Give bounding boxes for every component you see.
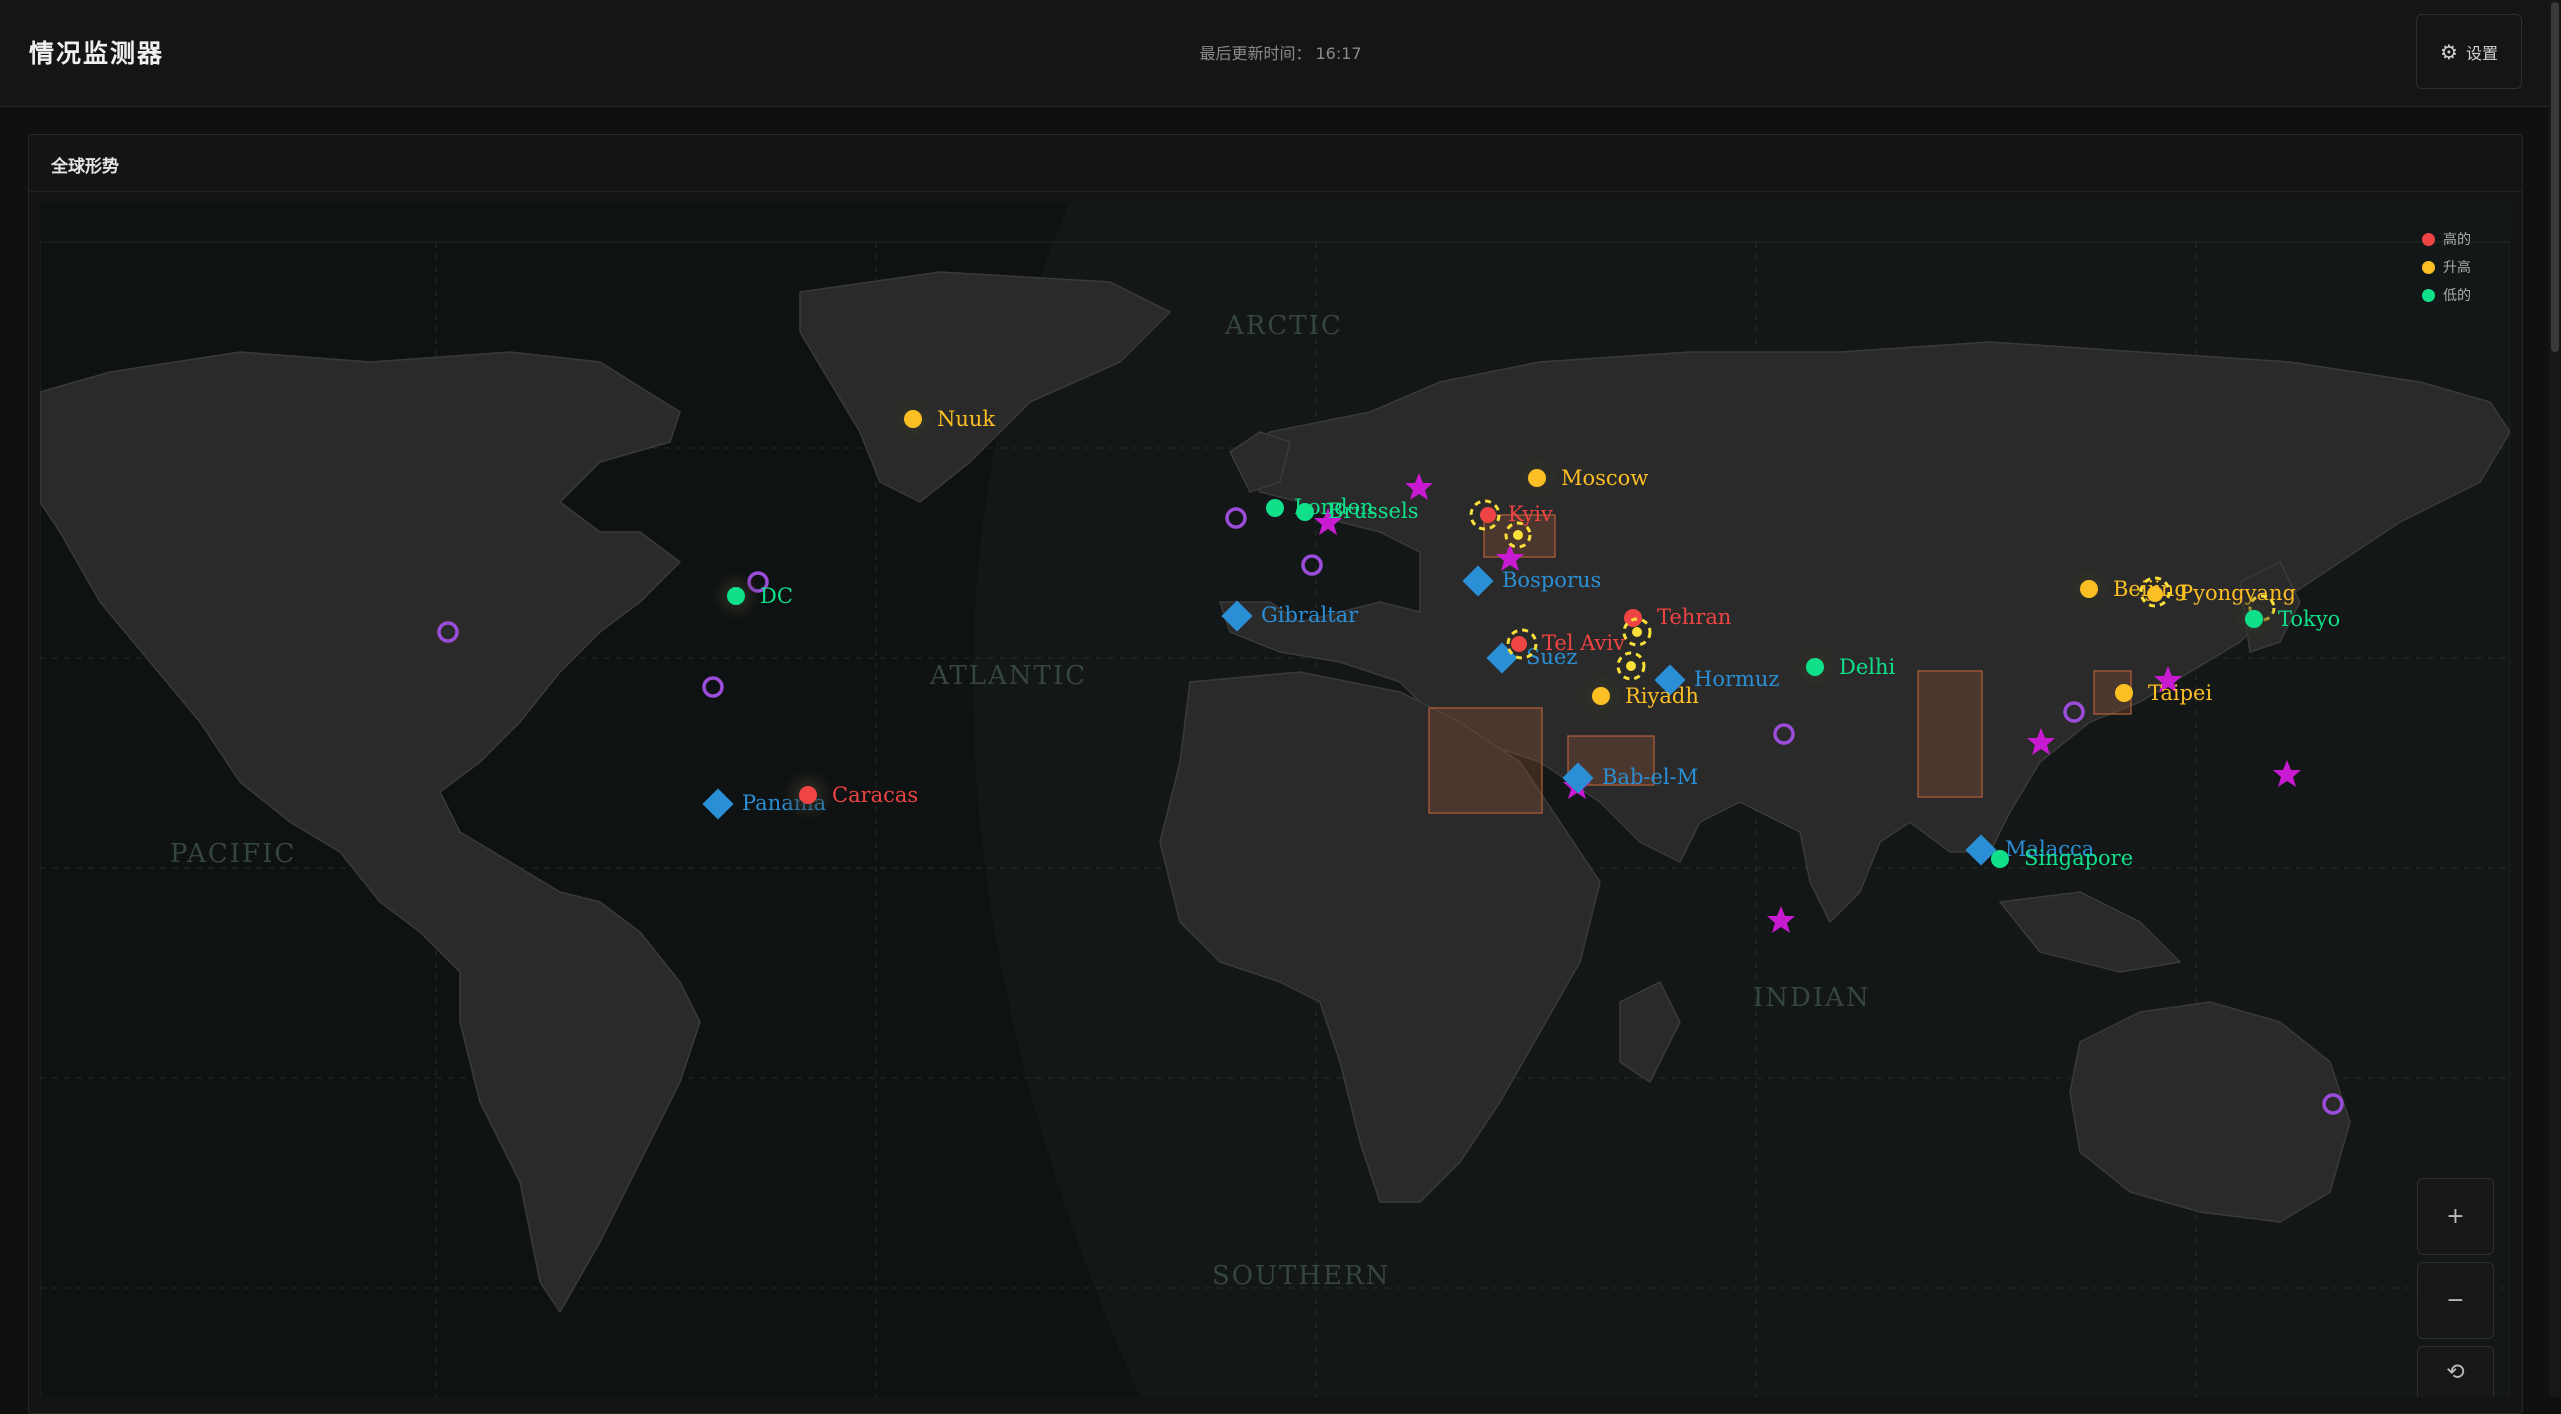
reset-view-button[interactable]: ⟲	[2417, 1346, 2494, 1397]
chokepoint-label: Gibraltar	[1261, 603, 1359, 627]
hotspot-dot[interactable]	[799, 786, 817, 804]
chokepoint-label: Bosporus	[1502, 568, 1601, 592]
hotspot-label: Brussels	[1328, 499, 1418, 523]
hotspot-dot[interactable]	[1528, 469, 1546, 487]
hotspot-dot[interactable]	[1511, 636, 1527, 652]
map-svg[interactable]: ARCTIC ATLANTIC PACIFIC INDIAN SOUTHERN	[40, 202, 2510, 1397]
hotspot-label: Taipei	[2148, 681, 2212, 705]
panel-title: 全球形势	[51, 157, 119, 177]
chokepoint-label: Hormuz	[1694, 667, 1780, 691]
hotspot-dot[interactable]	[1991, 850, 2009, 868]
last-updated-label: 最后更新时间：	[1199, 44, 1312, 63]
threat-legend: 高的 升高 低的	[2422, 225, 2502, 309]
zoom-out-button[interactable]: −	[2417, 1262, 2494, 1339]
legend-label: 升高	[2443, 260, 2471, 276]
hotspot-dot[interactable]	[2080, 580, 2098, 598]
hotspot-label: Delhi	[1839, 655, 1896, 679]
legend-item: 高的	[2422, 225, 2502, 253]
world-map[interactable]: ARCTIC ATLANTIC PACIFIC INDIAN SOUTHERN	[40, 202, 2510, 1397]
hotspot-label: Kyiv	[1508, 502, 1553, 526]
region-label: ATLANTIC	[929, 661, 1087, 691]
hotspot-dot[interactable]	[1480, 507, 1496, 523]
legend-dot	[2422, 288, 2435, 302]
last-updated-time: 16:17	[1315, 44, 1362, 63]
last-updated: 最后更新时间： 16:17	[0, 40, 2561, 64]
legend-label: 高的	[2443, 232, 2471, 248]
settings-label: 设置	[2465, 43, 2498, 63]
hotspot-label: Tehran	[1657, 605, 1731, 629]
plus-icon: +	[2446, 1204, 2465, 1229]
gear-icon: ⚙	[2440, 39, 2458, 64]
hotspot-label: DC	[760, 584, 793, 608]
settings-button[interactable]: ⚙ 设置	[2416, 14, 2522, 89]
zoom-in-button[interactable]: +	[2417, 1178, 2494, 1255]
hotspot-label: Nuuk	[937, 407, 995, 431]
region-label: ARCTIC	[1224, 311, 1343, 341]
legend-dot	[2422, 232, 2435, 246]
minus-icon: −	[2446, 1288, 2465, 1313]
hotspot-label: Pyongyang	[2179, 581, 2296, 605]
reset-icon: ⟲	[2446, 1359, 2465, 1385]
hotspot-label: Riyadh	[1625, 684, 1699, 708]
hotspot-dot[interactable]	[2147, 586, 2163, 602]
hotspot-dot[interactable]	[1592, 687, 1610, 705]
hotspot-dot[interactable]	[1806, 658, 1824, 676]
hotspot-label: Caracas	[832, 783, 918, 807]
region-label: PACIFIC	[170, 839, 296, 869]
chokepoint-label: Bab-el-M	[1602, 765, 1698, 789]
legend-label: 低的	[2443, 288, 2471, 304]
hotspot-dot[interactable]	[904, 410, 922, 428]
panel-divider	[29, 191, 2522, 192]
app-header: 情况监测器 最后更新时间： 16:17 ⚙ 设置	[0, 0, 2561, 107]
hotspot-label: Tokyo	[2278, 607, 2340, 631]
hotspot-dot[interactable]	[727, 587, 745, 605]
legend-item: 升高	[2422, 253, 2502, 281]
hotspot-label: Moscow	[1561, 466, 1648, 490]
hotspot-dot[interactable]	[1296, 503, 1314, 521]
hotspot-dot[interactable]	[2245, 610, 2263, 628]
scrollbar-thumb[interactable]	[2551, 2, 2559, 352]
conflict-zone[interactable]	[1428, 707, 1543, 814]
legend-item: 低的	[2422, 281, 2502, 309]
conflict-zone[interactable]	[1917, 670, 1983, 798]
region-label: INDIAN	[1753, 983, 1871, 1013]
hotspot-dot[interactable]	[1266, 499, 1284, 517]
hotspot-dot[interactable]	[2115, 684, 2133, 702]
hotspot-label: Tel Aviv	[1542, 631, 1625, 655]
region-label: SOUTHERN	[1212, 1261, 1390, 1291]
hotspot-label: Singapore	[2024, 846, 2133, 870]
legend-dot	[2422, 260, 2435, 274]
